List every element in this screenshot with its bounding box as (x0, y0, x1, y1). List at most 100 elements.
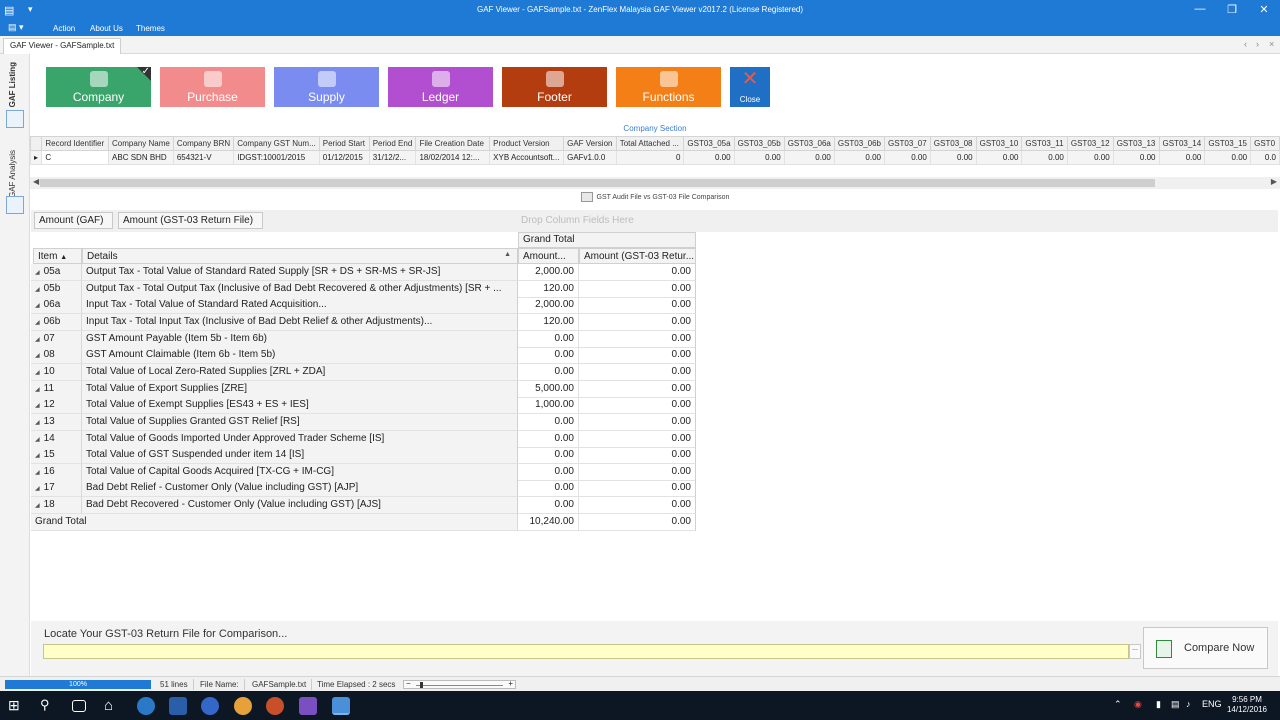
company-column-header[interactable]: Product Version (489, 136, 565, 151)
footer-button[interactable]: Footer (502, 67, 607, 107)
grand-total-header[interactable]: Grand Total (518, 232, 696, 248)
company-cell[interactable]: 0.00 (1204, 150, 1252, 165)
zoom-in-icon[interactable]: + (508, 679, 513, 688)
company-cell[interactable]: 0.00 (1066, 150, 1114, 165)
company-cell[interactable]: 0.00 (683, 150, 735, 165)
volume-icon[interactable]: ♪ (1186, 699, 1191, 709)
company-cell[interactable]: 0.00 (975, 150, 1023, 165)
visual-studio-icon[interactable] (299, 697, 317, 715)
details-header[interactable]: Details ▲ (82, 248, 518, 264)
item-cell[interactable]: ◢ 06a (31, 297, 82, 315)
amount-gst03-cell[interactable]: 0.00 (579, 413, 696, 431)
collapse-icon[interactable]: ◢ (35, 403, 40, 409)
collapse-icon[interactable]: ◢ (35, 486, 40, 492)
pivot-row[interactable]: ◢ 08 GST Amount Claimable (Item 6b - Item … (31, 347, 696, 365)
collapse-icon[interactable]: ◢ (35, 420, 40, 426)
item-header[interactable]: Item ▲ (33, 248, 82, 264)
amount-gaf-cell[interactable]: 1,000.00 (518, 397, 579, 415)
collapse-icon[interactable]: ◢ (35, 437, 40, 443)
compare-now-button[interactable]: Compare Now (1143, 627, 1268, 669)
amount-gaf-cell[interactable]: 2,000.00 (518, 264, 579, 281)
side-tab-gaf-analysis[interactable]: GAF Analysis (8, 150, 17, 198)
amount-gst03-cell[interactable]: 0.00 (579, 397, 696, 415)
company-column-header[interactable]: GST03_11 (1021, 136, 1068, 151)
collapse-icon[interactable]: ◢ (35, 453, 40, 459)
minimize-button[interactable]: — (1185, 3, 1215, 15)
company-column-header[interactable]: GST03_14 (1158, 136, 1206, 151)
collapse-icon[interactable]: ◢ (35, 470, 40, 476)
company-column-header[interactable]: GST03_13 (1112, 136, 1160, 151)
amount-gst03-cell[interactable]: 0.00 (579, 297, 696, 315)
company-column-header[interactable]: GST03_05b (733, 136, 785, 151)
company-cell[interactable]: C (41, 150, 110, 165)
listing-icon[interactable] (6, 110, 24, 128)
tray-battery-icon[interactable]: ▮ (1156, 699, 1161, 710)
side-tab-gaf-listing[interactable]: GAF Listing (8, 62, 17, 107)
tab-close-icon[interactable]: × (1269, 39, 1274, 49)
company-column-header[interactable]: Company GST Num... (233, 136, 320, 151)
gst03-file-path-input[interactable] (43, 644, 1129, 659)
analysis-icon[interactable] (6, 196, 24, 214)
supply-button[interactable]: Supply (274, 67, 379, 107)
app-icon[interactable] (169, 697, 187, 715)
item-cell[interactable]: ◢ 08 (31, 347, 82, 365)
item-cell[interactable]: ◢ 06b (31, 313, 82, 331)
company-cell[interactable]: 0.00 (783, 150, 835, 165)
company-column-header[interactable]: Period Start (318, 136, 370, 151)
company-cell[interactable]: 0.00 (1021, 150, 1068, 165)
scroll-left-icon[interactable]: ◀ (33, 177, 39, 186)
company-grid-hscrollbar[interactable]: ◀ ▶ (30, 177, 1280, 189)
collapse-icon[interactable]: ◢ (35, 503, 40, 509)
company-cell[interactable]: 31/12/2... (368, 150, 417, 165)
media-app-icon[interactable] (266, 697, 284, 715)
pivot-row[interactable]: ◢ 07 GST Amount Payable (Item 5b - Item 6b… (31, 330, 696, 348)
amount-gaf-cell[interactable]: 0.00 (518, 497, 579, 515)
scroll-right-icon[interactable]: ▶ (1271, 177, 1277, 186)
tray-app-icon[interactable]: ◉ (1134, 699, 1142, 710)
company-column-header[interactable]: GST03_06a (783, 136, 835, 151)
amount-gaf-cell[interactable]: 0.00 (518, 363, 579, 381)
amount-gst03-cell[interactable]: 0.00 (579, 264, 696, 281)
amount-gst03-cell[interactable]: 0.00 (579, 497, 696, 515)
pivot-row[interactable]: ◢ 13 Total Value of Supplies Granted GST R… (31, 413, 696, 431)
amount-gst03-cell[interactable]: 0.00 (579, 363, 696, 381)
document-tab[interactable]: GAF Viewer - GAFSample.txt (3, 38, 122, 54)
gaf-viewer-taskbar-icon[interactable] (332, 697, 350, 715)
amount-gaf-cell[interactable]: 0.00 (518, 347, 579, 365)
company-cell[interactable]: 0.00 (733, 150, 785, 165)
task-view-icon[interactable] (72, 700, 86, 712)
collapse-icon[interactable]: ◢ (35, 353, 40, 359)
company-column-header[interactable]: Record Identifier (41, 136, 110, 151)
pivot-row[interactable]: ◢ 05b Output Tax - Total Output Tax (Inclu… (31, 280, 696, 298)
item-cell[interactable]: ◢ 11 (31, 380, 82, 398)
company-cell[interactable]: 0.00 (1158, 150, 1206, 165)
media-player-icon[interactable] (201, 697, 219, 715)
company-cell[interactable]: 01/12/2015 (318, 150, 370, 165)
item-cell[interactable]: ◢ 14 (31, 430, 82, 448)
amount-gaf-header[interactable]: Amount... (518, 248, 579, 264)
language-indicator[interactable]: ENG (1202, 699, 1222, 709)
item-cell[interactable]: ◢ 10 (31, 363, 82, 381)
item-cell[interactable]: ◢ 05a (31, 264, 82, 281)
amount-gst03-cell[interactable]: 0.00 (579, 380, 696, 398)
field-amount-gaf[interactable]: Amount (GAF) (34, 212, 113, 229)
amount-gaf-cell[interactable]: 0.00 (518, 430, 579, 448)
close-button[interactable]: ✕ Close (730, 67, 770, 107)
company-column-header[interactable]: GST03_06b (833, 136, 885, 151)
item-cell[interactable]: ◢ 17 (31, 480, 82, 498)
comparison-panel-header[interactable]: GST Audit File vs GST-03 File Comparison (30, 192, 1280, 208)
item-cell[interactable]: ◢ 15 (31, 447, 82, 465)
collapse-icon[interactable]: ◢ (35, 287, 40, 293)
company-column-header[interactable]: GST03_15 (1204, 136, 1252, 151)
amount-gst03-cell[interactable]: 0.00 (579, 280, 696, 298)
amount-gaf-cell[interactable]: 0.00 (518, 447, 579, 465)
zoom-out-icon[interactable]: − (406, 679, 411, 688)
company-column-header[interactable]: GST03_08 (929, 136, 977, 151)
company-cell[interactable]: 0.00 (929, 150, 977, 165)
grand-total-gst03[interactable]: 0.00 (579, 513, 696, 531)
pivot-row[interactable]: ◢ 18 Bad Debt Recovered - Customer Only (V… (31, 497, 696, 515)
tab-themes[interactable]: Themes (136, 24, 165, 33)
amount-gst03-cell[interactable]: 0.00 (579, 447, 696, 465)
amount-gaf-cell[interactable]: 120.00 (518, 313, 579, 331)
company-cell[interactable]: XYB Accountsoft... (489, 150, 565, 165)
